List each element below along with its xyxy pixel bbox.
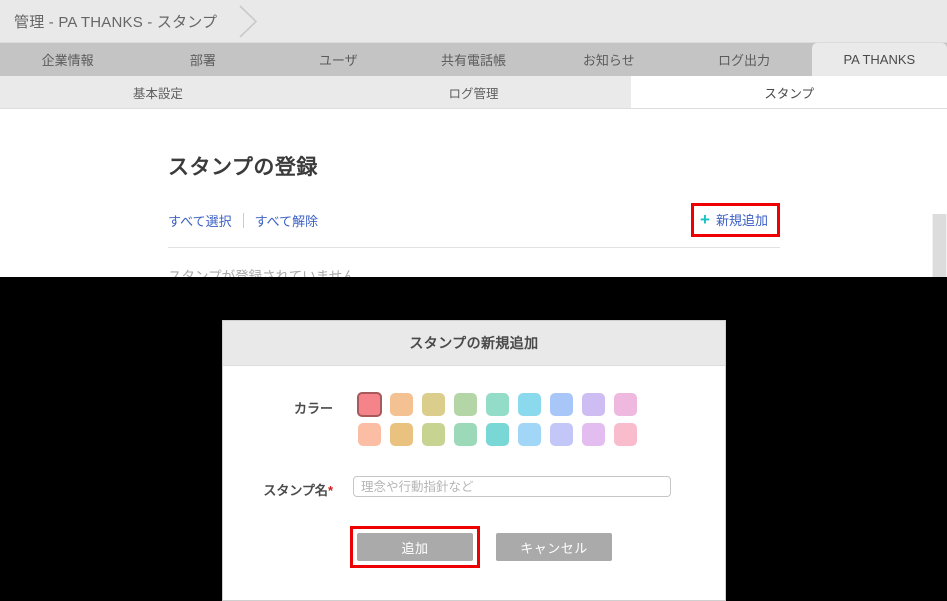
color-swatch-2-3[interactable] (421, 423, 445, 446)
select-all-link[interactable]: すべて選択 (168, 211, 232, 230)
color-swatch-1-9[interactable] (613, 393, 637, 416)
tab-label: 部署 (189, 53, 216, 68)
plus-icon: + (700, 210, 710, 229)
tab-label: 企業情報 (41, 53, 94, 68)
color-swatch-cell[interactable] (513, 422, 545, 447)
color-swatch-1-3[interactable] (421, 393, 445, 416)
stamp-name-label-text: スタンプ名 (263, 483, 328, 498)
add-new-highlight-box: + 新規追加 (691, 203, 780, 237)
color-swatch-2-8[interactable] (581, 423, 605, 446)
tab-label: ユーザ (318, 53, 358, 68)
color-swatch-1-2[interactable] (389, 393, 413, 416)
tab-label: ログ管理 (448, 86, 499, 101)
color-swatch-1-8[interactable] (581, 393, 605, 416)
add-new-button[interactable]: 新規追加 (716, 210, 768, 229)
vertical-scrollbar[interactable] (932, 214, 947, 277)
primary-tab-bar: 企業情報 部署 ユーザ 共有電話帳 お知らせ ログ出力 PA THANKS (0, 43, 947, 76)
tab-shared-phonebook[interactable]: 共有電話帳 (406, 43, 541, 76)
stamp-name-input[interactable] (353, 476, 671, 497)
page-title: スタンプの登録 (168, 156, 318, 179)
tab-department[interactable]: 部署 (135, 43, 270, 76)
color-swatch-cell[interactable] (545, 422, 577, 447)
color-swatch-cell[interactable] (353, 422, 385, 447)
add-stamp-dialog: スタンプの新規追加 カラー スタンプ名* 追加 キャンセル (222, 320, 726, 601)
tab-label: スタンプ (764, 86, 814, 101)
selection-links: すべて選択 すべて解除 (168, 211, 318, 230)
stamp-name-field-row: スタンプ名* (223, 474, 725, 499)
submit-highlight-box: 追加 (350, 526, 480, 568)
color-swatch-1-6[interactable] (517, 393, 541, 416)
color-swatch-cell[interactable] (481, 392, 513, 417)
browser-page: 管理 - PA THANKS - スタンプ 企業情報 部署 ユーザ 共有電話帳 … (0, 0, 947, 277)
color-swatch-2-5[interactable] (485, 423, 509, 446)
color-swatch-cell[interactable] (513, 392, 545, 417)
stamp-name-field-label: スタンプ名* (223, 474, 353, 499)
color-swatch-cell[interactable] (545, 392, 577, 417)
color-swatch-cell[interactable] (609, 392, 641, 417)
color-swatch-1-7[interactable] (549, 393, 573, 416)
color-swatch-cell[interactable] (417, 422, 449, 447)
tab-label: 基本設定 (132, 86, 183, 101)
empty-state-message: スタンプが登録されていません。 (168, 269, 370, 277)
tab-basic-settings[interactable]: 基本設定 (0, 76, 316, 108)
color-swatch-1-4[interactable] (453, 393, 477, 416)
color-swatch-2-2[interactable] (389, 423, 413, 446)
breadcrumb: 管理 - PA THANKS - スタンプ (14, 13, 218, 31)
cancel-button[interactable]: キャンセル (496, 533, 612, 561)
color-swatch-selected[interactable] (356, 392, 382, 417)
tab-pa-thanks[interactable]: PA THANKS (811, 43, 947, 76)
color-swatch-cell[interactable] (577, 392, 609, 417)
secondary-tab-bar: 基本設定 ログ管理 スタンプ (0, 76, 947, 109)
scrollbar-thumb[interactable] (933, 214, 946, 277)
dialog-body: カラー スタンプ名* 追加 キャンセル (223, 366, 725, 568)
link-divider (242, 212, 244, 228)
tab-company-info[interactable]: 企業情報 (0, 43, 135, 76)
dialog-header: スタンプの新規追加 (223, 321, 725, 366)
color-swatch-1-5[interactable] (485, 393, 509, 416)
color-swatch-2-7[interactable] (549, 423, 573, 446)
tab-label: お知らせ (582, 53, 635, 68)
tab-label: PA THANKS (843, 52, 916, 67)
dialog-footer: 追加 キャンセル (223, 526, 725, 568)
color-swatch-2-9[interactable] (613, 423, 637, 446)
color-field-label: カラー (293, 401, 333, 416)
color-swatch-2-4[interactable] (453, 423, 477, 446)
tab-stamp[interactable]: スタンプ (631, 76, 947, 108)
tab-user[interactable]: ユーザ (271, 43, 406, 76)
tab-log-export[interactable]: ログ出力 (676, 43, 811, 76)
color-swatch-2-1[interactable] (357, 423, 381, 446)
tab-label: ログ出力 (718, 53, 771, 68)
color-swatch-cell[interactable] (353, 392, 385, 417)
main-content: スタンプの登録 すべて選択 すべて解除 + 新規追加 スタンプが登録されていませ… (0, 109, 947, 277)
color-swatch-cell[interactable] (385, 422, 417, 447)
dialog-title: スタンプの新規追加 (409, 335, 539, 351)
color-swatch-cell[interactable] (385, 392, 417, 417)
color-swatch-cell[interactable] (481, 422, 513, 447)
color-swatch-2-6[interactable] (517, 423, 541, 446)
color-swatch-cell[interactable] (417, 392, 449, 417)
required-marker: * (327, 483, 333, 498)
chevron-right-icon (236, 0, 262, 43)
color-field-row: カラー (223, 392, 725, 447)
tab-notices[interactable]: お知らせ (541, 43, 676, 76)
add-button[interactable]: 追加 (357, 533, 473, 561)
tab-label: 共有電話帳 (440, 53, 506, 68)
color-swatch-cell[interactable] (449, 422, 481, 447)
stamp-toolbar: すべて選択 すべて解除 + 新規追加 (168, 203, 780, 248)
color-swatch-grid (353, 392, 641, 447)
color-swatch-cell[interactable] (609, 422, 641, 447)
color-swatch-cell[interactable] (449, 392, 481, 417)
breadcrumb-bar: 管理 - PA THANKS - スタンプ (0, 0, 947, 43)
deselect-all-link[interactable]: すべて解除 (255, 211, 319, 230)
tab-log-management[interactable]: ログ管理 (316, 76, 632, 108)
color-swatch-cell[interactable] (577, 422, 609, 447)
